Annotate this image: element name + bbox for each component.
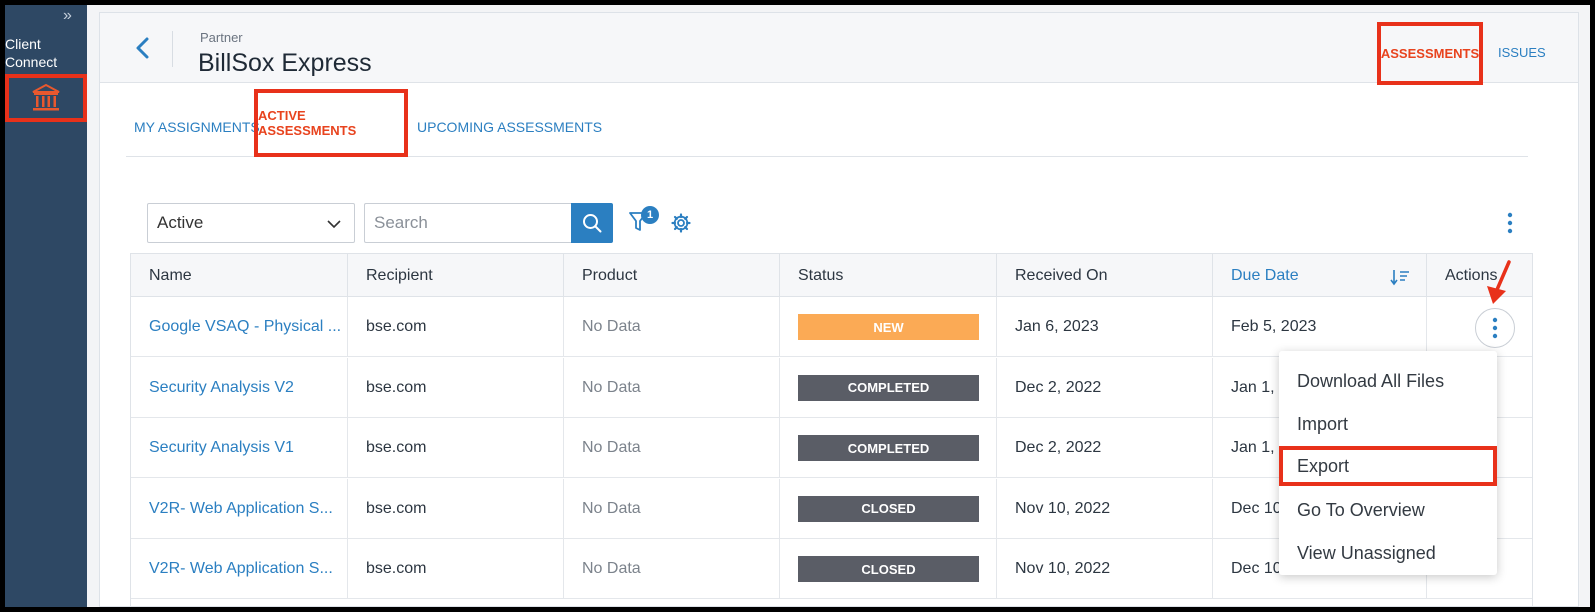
menu-item-view-unassigned[interactable]: View Unassigned — [1279, 533, 1497, 573]
column-header-actions: Actions — [1445, 267, 1498, 284]
column-header-name[interactable]: Name — [131, 254, 348, 298]
expand-sidebar-icon[interactable]: » — [63, 7, 72, 25]
status-badge: COMPLETED — [798, 435, 979, 461]
menu-item-export[interactable]: Export — [1279, 446, 1497, 486]
row-actions-button[interactable] — [1475, 308, 1515, 348]
back-button[interactable] — [128, 33, 158, 63]
status-cell: CLOSED — [780, 478, 997, 539]
sidebar-label-line2: Connect — [5, 54, 58, 70]
column-header-status[interactable]: Status — [780, 254, 997, 298]
sidebar-label: Client Connect — [5, 35, 57, 71]
assessment-name-link[interactable]: Security Analysis V1 — [131, 418, 348, 478]
status-filter-select[interactable]: Active — [147, 203, 355, 243]
assessment-name-link[interactable]: Security Analysis V2 — [131, 357, 348, 418]
status-badge: CLOSED — [798, 556, 979, 582]
tab-assessments[interactable]: ASSESSMENTS — [1377, 22, 1483, 85]
tab-upcoming-assessments[interactable]: UPCOMING ASSESSMENTS — [417, 119, 602, 135]
column-header-product[interactable]: Product — [564, 254, 780, 298]
status-cell: COMPLETED — [780, 357, 997, 418]
assessment-name-link[interactable]: V2R- Web Application S... — [131, 478, 348, 539]
chevron-left-icon — [136, 37, 149, 59]
status-cell: NEW — [780, 297, 997, 357]
product-cell: No Data — [564, 297, 780, 357]
tab-issues[interactable]: ISSUES — [1498, 45, 1546, 60]
search-icon — [583, 214, 602, 233]
sort-desc-icon[interactable] — [1390, 268, 1410, 286]
page-title: BillSox Express — [198, 49, 372, 77]
status-filter-value: Active — [157, 213, 204, 232]
actions-cell — [1427, 297, 1532, 357]
due-date-label: Due Date — [1231, 267, 1299, 284]
status-badge: NEW — [798, 314, 979, 340]
status-badge: COMPLETED — [798, 374, 979, 401]
status-cell: CLOSED — [780, 539, 997, 599]
app-window: » Client Connect Partner BillSox Express… — [5, 5, 1590, 607]
product-cell: No Data — [564, 539, 780, 599]
page-header: Partner BillSox Express ASSESSMENTS ISSU… — [100, 13, 1578, 85]
sidebar-label-line1: Client — [5, 36, 41, 52]
received-on-cell: Nov 10, 2022 — [997, 539, 1213, 599]
recipient-cell: bse.com — [348, 357, 564, 418]
filter-count-badge: 1 — [641, 206, 659, 224]
recipient-cell: bse.com — [348, 478, 564, 539]
column-header-recipient[interactable]: Recipient — [348, 254, 564, 298]
search-input[interactable] — [364, 203, 572, 243]
subtab-bar: MY ASSIGNMENTS ACTIVE ASSESSMENTS UPCOMI… — [126, 83, 1528, 157]
header-divider — [172, 31, 173, 67]
menu-item-import[interactable]: Import — [1279, 404, 1497, 444]
received-on-cell: Nov 10, 2022 — [997, 478, 1213, 539]
product-cell: No Data — [564, 478, 780, 539]
bank-icon — [32, 84, 60, 111]
sidebar: » Client Connect — [5, 5, 87, 607]
assessment-name-link[interactable]: V2R- Web Application S... — [131, 539, 348, 599]
recipient-cell: bse.com — [348, 297, 564, 357]
gear-icon[interactable] — [671, 213, 691, 233]
status-cell: COMPLETED — [780, 418, 997, 478]
status-badge: CLOSED — [798, 495, 979, 522]
main-panel: Partner BillSox Express ASSESSMENTS ISSU… — [99, 12, 1579, 607]
received-on-cell: Dec 2, 2022 — [997, 357, 1213, 418]
kebab-icon — [1492, 317, 1498, 339]
sidebar-item-client-connect[interactable] — [5, 74, 87, 122]
actions-menu: Download All Files Import Export Go To O… — [1279, 351, 1497, 575]
received-on-cell: Jan 6, 2023 — [997, 297, 1213, 357]
table-row[interactable]: Google VSAQ - Physical ... bse.com No Data… — [131, 297, 1532, 357]
tab-my-assignments[interactable]: MY ASSIGNMENTS — [134, 119, 260, 135]
arrow-annotation-icon — [1487, 260, 1511, 304]
recipient-cell: bse.com — [348, 539, 564, 599]
menu-item-download-all-files[interactable]: Download All Files — [1279, 361, 1497, 401]
tab-active-assessments[interactable]: ACTIVE ASSESSMENTS — [254, 89, 408, 157]
search-button[interactable] — [571, 203, 613, 243]
more-options-icon[interactable] — [1500, 211, 1520, 235]
column-header-received-on[interactable]: Received On — [997, 254, 1213, 298]
table-header: Name Recipient Product Status Received O… — [131, 253, 1532, 298]
assessment-name-link[interactable]: Google VSAQ - Physical ... — [131, 297, 348, 357]
partner-label: Partner — [200, 30, 243, 45]
received-on-cell: Dec 2, 2022 — [997, 418, 1213, 478]
chevron-down-icon — [327, 220, 341, 229]
due-date-cell: Feb 5, 2023 — [1213, 297, 1427, 357]
product-cell: No Data — [564, 357, 780, 418]
column-header-due-date[interactable]: Due Date — [1213, 254, 1427, 298]
recipient-cell: bse.com — [348, 418, 564, 478]
product-cell: No Data — [564, 418, 780, 478]
menu-item-go-to-overview[interactable]: Go To Overview — [1279, 490, 1497, 530]
